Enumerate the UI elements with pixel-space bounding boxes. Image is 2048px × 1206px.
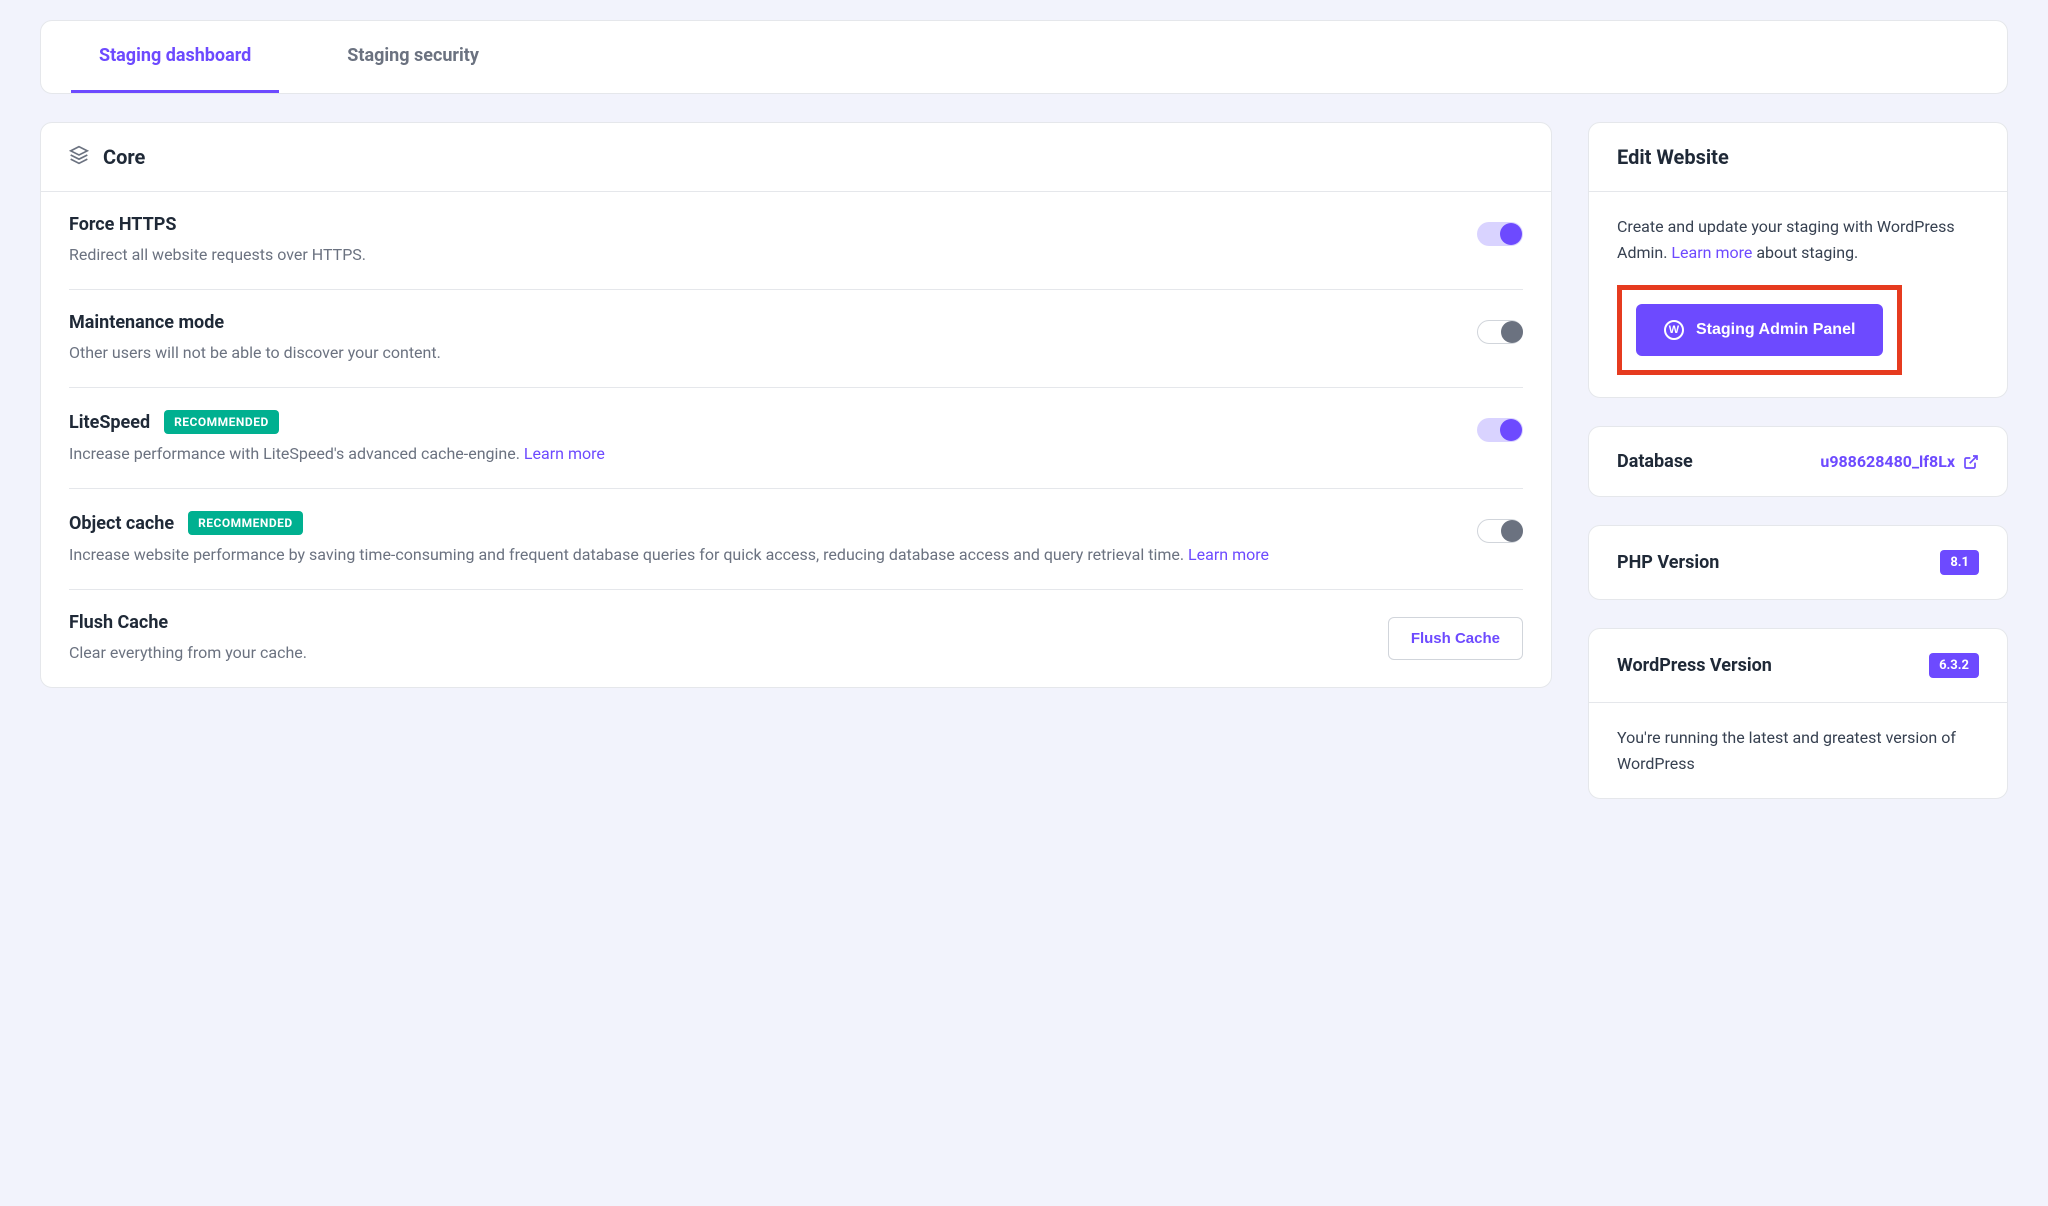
flush-cache-button[interactable]: Flush Cache <box>1388 617 1523 660</box>
setting-desc: Increase website performance by saving t… <box>69 543 1461 567</box>
database-link[interactable]: u988628480_lf8Lx <box>1820 452 1979 471</box>
toggle-maintenance-mode[interactable] <box>1477 320 1523 344</box>
learn-more-link[interactable]: Learn more <box>524 444 605 463</box>
setting-title: Flush Cache <box>69 612 168 633</box>
php-version-label: PHP Version <box>1617 552 1719 573</box>
setting-title: Object cache <box>69 513 174 534</box>
setting-force-https: Force HTTPS Redirect all website request… <box>69 192 1523 290</box>
tabs-bar: Staging dashboard Staging security <box>40 20 2008 94</box>
edit-website-card: Edit Website Create and update your stag… <box>1588 122 2008 398</box>
tab-staging-security[interactable]: Staging security <box>319 21 507 93</box>
edit-website-desc: Create and update your staging with Word… <box>1617 214 1979 265</box>
setting-title: LiteSpeed <box>69 412 150 433</box>
database-card: Database u988628480_lf8Lx <box>1588 426 2008 497</box>
wordpress-version-card: WordPress Version 6.3.2 You're running t… <box>1588 628 2008 799</box>
setting-title: Force HTTPS <box>69 214 176 235</box>
learn-more-link[interactable]: Learn more <box>1188 545 1269 564</box>
wordpress-version-desc: You're running the latest and greatest v… <box>1617 725 1979 776</box>
setting-object-cache: Object cache RECOMMENDED Increase websit… <box>69 489 1523 590</box>
staging-admin-panel-button[interactable]: W Staging Admin Panel <box>1636 304 1883 356</box>
highlight-box: W Staging Admin Panel <box>1617 285 1902 375</box>
core-title: Core <box>103 145 145 169</box>
setting-desc: Clear everything from your cache. <box>69 641 1372 665</box>
layers-icon <box>69 145 89 169</box>
learn-more-link[interactable]: Learn more <box>1671 243 1752 262</box>
edit-website-title: Edit Website <box>1617 145 1979 169</box>
setting-flush-cache: Flush Cache Clear everything from your c… <box>69 590 1523 687</box>
setting-desc: Other users will not be able to discover… <box>69 341 1461 365</box>
core-card: Core Force HTTPS Redirect all website re… <box>40 122 1552 688</box>
wordpress-version-label: WordPress Version <box>1617 655 1772 676</box>
external-link-icon <box>1963 454 1979 470</box>
php-version-card: PHP Version 8.1 <box>1588 525 2008 600</box>
database-label: Database <box>1617 451 1693 472</box>
recommended-badge: RECOMMENDED <box>188 511 303 535</box>
setting-litespeed: LiteSpeed RECOMMENDED Increase performan… <box>69 388 1523 489</box>
recommended-badge: RECOMMENDED <box>164 410 279 434</box>
setting-maintenance-mode: Maintenance mode Other users will not be… <box>69 290 1523 388</box>
wordpress-icon: W <box>1664 320 1684 340</box>
tab-staging-dashboard[interactable]: Staging dashboard <box>71 21 279 93</box>
toggle-force-https[interactable] <box>1477 222 1523 246</box>
php-version-badge: 8.1 <box>1940 550 1979 575</box>
setting-desc: Increase performance with LiteSpeed's ad… <box>69 442 1461 466</box>
toggle-object-cache[interactable] <box>1477 519 1523 543</box>
setting-title: Maintenance mode <box>69 312 224 333</box>
setting-desc: Redirect all website requests over HTTPS… <box>69 243 1461 267</box>
toggle-litespeed[interactable] <box>1477 418 1523 442</box>
wordpress-version-badge: 6.3.2 <box>1929 653 1979 678</box>
